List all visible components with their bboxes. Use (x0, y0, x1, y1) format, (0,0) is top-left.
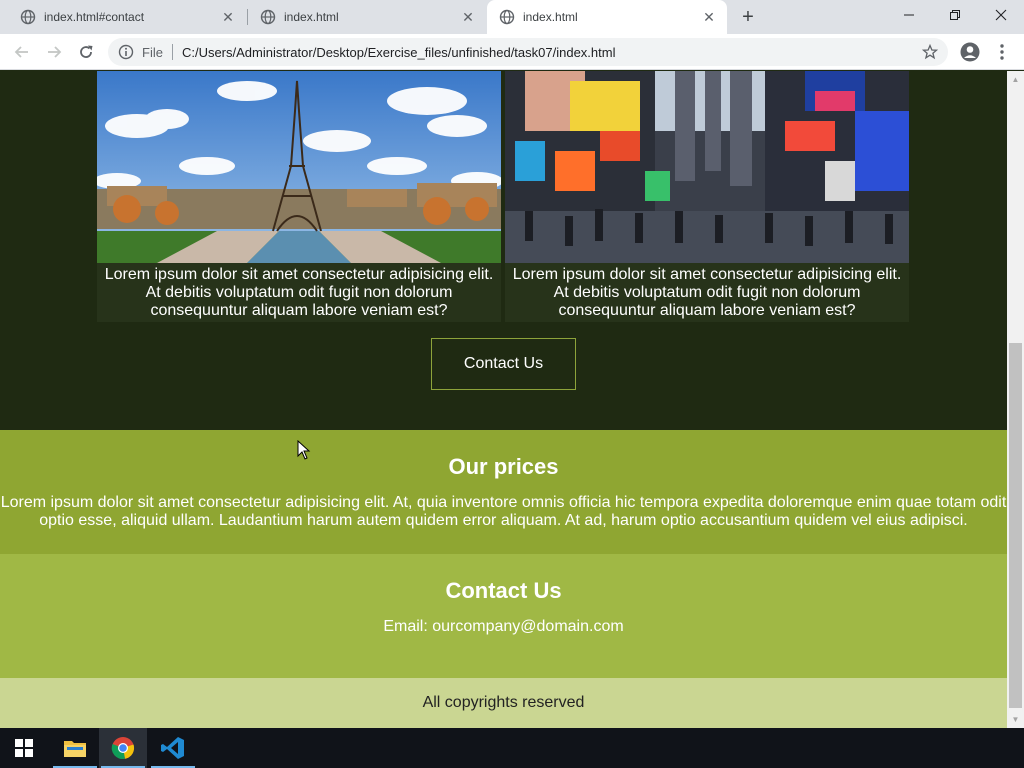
scroll-thumb[interactable] (1009, 343, 1022, 708)
tab-strip: index.html#contact ✕ index.html ✕ index.… (0, 0, 1024, 34)
windows-start-icon[interactable] (0, 728, 48, 768)
tab-title: index.html (523, 10, 578, 24)
url-text[interactable]: C:/Users/Administrator/Desktop/Exercise_… (182, 45, 616, 60)
gallery-card-times-square: Lorem ipsum dolor sit amet consectetur a… (505, 71, 909, 322)
restore-icon[interactable] (932, 0, 978, 30)
address-bar[interactable]: File C:/Users/Administrator/Desktop/Exer… (108, 38, 948, 66)
eiffel-tower-photo (97, 71, 501, 263)
vscode-icon[interactable] (149, 728, 197, 768)
times-square-photo (505, 71, 909, 263)
address-divider (171, 44, 173, 60)
gallery-card-paris: Lorem ipsum dolor sit amet consectetur a… (97, 71, 501, 322)
card-caption: Lorem ipsum dolor sit amet consectetur a… (512, 266, 902, 319)
mouse-cursor-icon (297, 440, 311, 460)
scroll-down-arrow-icon[interactable]: ▼ (1007, 711, 1024, 728)
contact-email: Email: ourcompany@domain.com (383, 618, 624, 635)
file-explorer-icon[interactable] (51, 728, 99, 768)
prices-title: Our prices (448, 454, 559, 479)
menu-dots-icon[interactable] (994, 42, 1010, 62)
close-tab-icon[interactable]: ✕ (460, 9, 476, 25)
tab-index-active[interactable]: index.html ✕ (487, 0, 727, 34)
tab-title: index.html#contact (44, 10, 145, 24)
close-window-icon[interactable] (978, 0, 1024, 30)
globe-icon (260, 9, 276, 25)
contact-section: Contact Us Email: ourcompany@domain.com (0, 554, 1007, 678)
browser-toolbar: File C:/Users/Administrator/Desktop/Exer… (0, 34, 1024, 70)
card-caption: Lorem ipsum dolor sit amet consectetur a… (104, 266, 494, 319)
gallery-section: Lorem ipsum dolor sit amet consectetur a… (0, 71, 1007, 430)
windows-taskbar (0, 728, 1024, 768)
close-tab-icon[interactable]: ✕ (701, 9, 717, 25)
forward-arrow-icon[interactable] (44, 42, 64, 62)
page-footer: All copyrights reserved (0, 678, 1007, 728)
scheme-label: File (142, 44, 163, 60)
close-tab-icon[interactable]: ✕ (220, 9, 236, 25)
page-viewport: Lorem ipsum dolor sit amet consectetur a… (0, 71, 1007, 728)
scroll-up-arrow-icon[interactable]: ▲ (1007, 71, 1024, 88)
contact-title: Contact Us (445, 578, 562, 603)
contact-us-button[interactable]: Contact Us (431, 338, 576, 390)
chrome-icon[interactable] (99, 728, 147, 768)
minimize-icon[interactable] (886, 0, 932, 30)
tab-contact[interactable]: index.html#contact ✕ (0, 0, 246, 34)
reload-icon[interactable] (76, 42, 96, 62)
globe-icon (20, 9, 36, 25)
star-icon[interactable] (922, 44, 938, 60)
back-arrow-icon[interactable] (12, 42, 32, 62)
tab-title: index.html (284, 10, 339, 24)
info-icon[interactable] (118, 44, 134, 60)
prices-text: Lorem ipsum dolor sit amet consectetur a… (0, 494, 1007, 529)
new-tab-plus-icon[interactable]: + (738, 7, 758, 27)
globe-icon (499, 9, 515, 25)
page-scrollbar[interactable]: ▲ ▼ (1007, 71, 1024, 728)
prices-section: Our prices Lorem ipsum dolor sit amet co… (0, 430, 1007, 554)
tab-index-1[interactable]: index.html ✕ (240, 0, 486, 34)
profile-icon[interactable] (960, 42, 980, 62)
